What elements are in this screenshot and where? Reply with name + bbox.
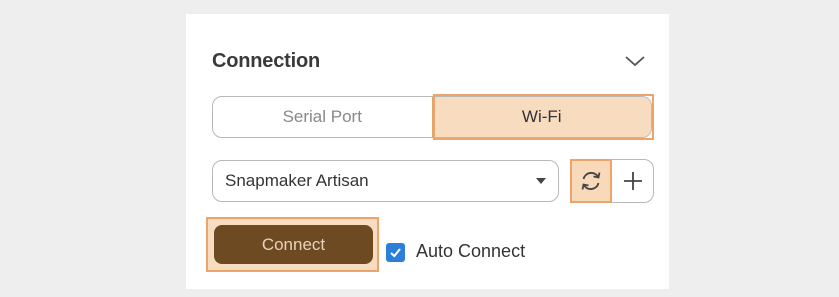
- connection-type-tabs: Serial Port Wi-Fi: [212, 96, 652, 138]
- add-device-button[interactable]: [612, 159, 654, 203]
- connect-button[interactable]: Connect: [214, 225, 373, 264]
- checkmark-icon: [390, 248, 401, 258]
- chevron-down-icon[interactable]: [624, 54, 646, 68]
- refresh-icon: [581, 172, 601, 190]
- tab-serial-port[interactable]: Serial Port: [213, 97, 432, 137]
- connection-panel: Connection Serial Port Wi-Fi Snapmaker A…: [186, 14, 669, 289]
- auto-connect-label: Auto Connect: [416, 241, 526, 261]
- caret-down-icon: [536, 178, 546, 184]
- device-select-value: Snapmaker Artisan: [225, 171, 369, 190]
- device-select[interactable]: Snapmaker Artisan: [212, 160, 559, 202]
- panel-title: Connection: [212, 50, 320, 72]
- tab-wifi[interactable]: Wi-Fi: [431, 97, 651, 137]
- plus-icon: [624, 172, 642, 190]
- refresh-button[interactable]: [570, 159, 612, 203]
- auto-connect-checkbox[interactable]: [386, 243, 405, 262]
